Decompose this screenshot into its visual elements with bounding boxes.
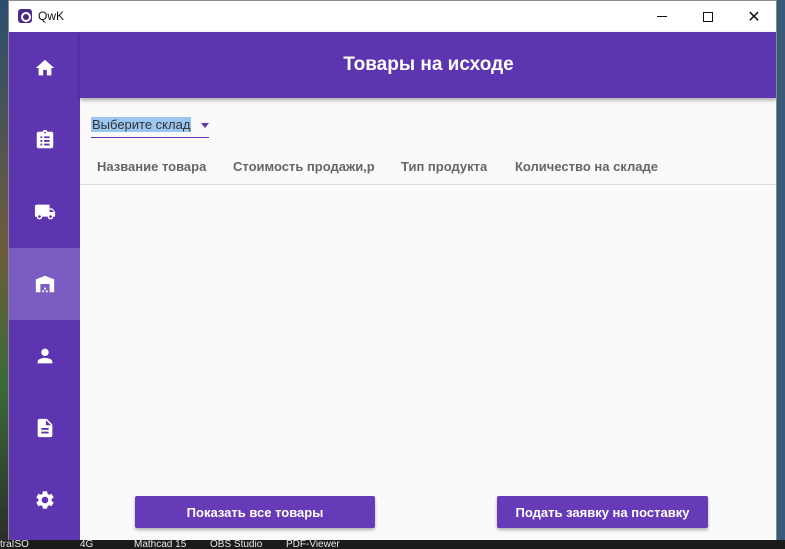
sidebar-item-warehouse[interactable]	[9, 248, 80, 320]
close-icon: ✕	[747, 6, 761, 26]
sidebar-item-settings[interactable]	[9, 464, 80, 536]
maximize-button[interactable]	[685, 1, 731, 32]
warehouse-icon	[35, 275, 54, 293]
minimize-icon	[657, 16, 667, 17]
page-title: Товары на исходе	[343, 54, 514, 75]
sidebar-item-home[interactable]	[9, 32, 80, 104]
warehouse-select-value: Выберите склад	[91, 117, 192, 132]
window-title: QwK	[38, 9, 65, 23]
gear-icon	[35, 491, 54, 509]
truck-icon	[34, 204, 55, 220]
desktop-label: 4G	[80, 540, 94, 549]
sidebar-item-orders[interactable]	[9, 104, 80, 176]
maximize-icon	[703, 11, 713, 22]
sidebar-item-reports[interactable]	[9, 392, 80, 464]
sidebar-item-delivery[interactable]	[9, 176, 80, 248]
app-window: QwK ✕ Товары на исходе Выберите склад На…	[8, 0, 777, 540]
desktop-label: traISO	[0, 540, 29, 549]
title-bar[interactable]: QwK ✕	[9, 1, 776, 32]
show-all-products-button[interactable]: Показать все товары	[135, 496, 375, 528]
desktop-label: OBS Studio	[210, 540, 263, 549]
sidebar	[9, 32, 80, 540]
column-header-price[interactable]: Стоимость продажи,р	[233, 159, 375, 174]
desktop-taskbar-labels: traISO 4G Mathcad 15 OBS Studio PDF-View…	[0, 540, 785, 549]
desktop-label: Mathcad 15	[134, 540, 187, 549]
close-button[interactable]: ✕	[731, 1, 776, 32]
warehouse-select[interactable]: Выберите склад	[91, 114, 209, 138]
home-icon	[35, 59, 54, 76]
column-header-quantity[interactable]: Количество на складе	[515, 159, 658, 174]
person-icon	[37, 348, 52, 364]
submit-supply-request-button[interactable]: Подать заявку на поставку	[497, 496, 708, 528]
page-header: Товары на исходе	[80, 32, 776, 98]
table-body	[80, 186, 776, 486]
table-header: Название товара Стоимость продажи,р Тип …	[80, 149, 776, 185]
minimize-button[interactable]	[639, 1, 685, 32]
clipboard-icon	[36, 129, 53, 149]
sidebar-item-users[interactable]	[9, 320, 80, 392]
column-header-type[interactable]: Тип продукта	[401, 159, 487, 174]
desktop-label: PDF-Viewer	[286, 540, 340, 549]
column-header-name[interactable]: Название товара	[97, 159, 206, 174]
app-logo-icon	[18, 9, 32, 23]
chevron-down-icon	[201, 123, 209, 128]
document-icon	[37, 418, 52, 438]
